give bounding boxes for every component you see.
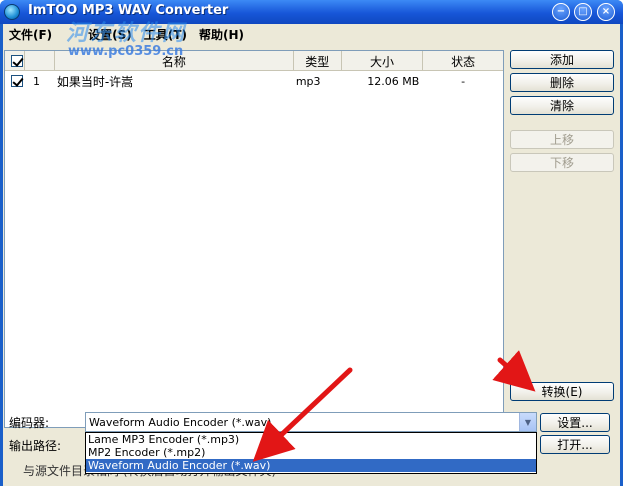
minimize-icon[interactable]: − [552, 3, 570, 21]
delete-button[interactable]: 删除 [510, 73, 614, 92]
move-down-button[interactable]: 下移 [510, 153, 614, 172]
clear-button[interactable]: 清除 [510, 96, 614, 115]
encoder-option-mp2[interactable]: MP2 Encoder (*.mp2) [86, 446, 536, 459]
header-type[interactable]: 类型 [294, 51, 342, 71]
watermark-logo: 河东软件网 [66, 21, 187, 46]
header-select-all[interactable] [5, 51, 25, 71]
move-up-button[interactable]: 上移 [510, 130, 614, 149]
encoder-dropdown-list[interactable]: Lame MP3 Encoder (*.mp3) MP2 Encoder (*.… [85, 432, 537, 474]
menu-help[interactable]: 帮助(H) [193, 26, 250, 43]
encoder-label: 编码器: [9, 416, 50, 430]
add-button[interactable]: 添加 [510, 50, 614, 69]
encoder-selected-value: Waveform Audio Encoder (*.wav) [89, 415, 272, 429]
client-area: 文件(F) 设置(S) 工具(T) 帮助(H) 名称 类型 大小 状态 1 如果… [3, 24, 620, 486]
row-status: - [461, 74, 466, 88]
row-checkbox-cell[interactable] [5, 75, 25, 87]
encoder-option-wav[interactable]: Waveform Audio Encoder (*.wav) [86, 459, 536, 472]
close-icon[interactable]: × [597, 3, 615, 21]
menu-file[interactable]: 文件(F) [3, 26, 58, 43]
convert-button[interactable]: 转换(E) [510, 382, 614, 401]
header-status[interactable]: 状态 [423, 51, 503, 71]
output-label: 输出路径: [9, 439, 62, 453]
row-size: 12.06 MB [367, 74, 420, 88]
open-button[interactable]: 打开... [540, 435, 610, 454]
row-index: 1 [32, 74, 40, 88]
file-list[interactable]: 名称 类型 大小 状态 1 如果当时-许嵩 mp3 12.06 MB - [4, 50, 504, 428]
encoder-option-mp3[interactable]: Lame MP3 Encoder (*.mp3) [86, 433, 536, 446]
row-checkbox[interactable] [11, 75, 23, 87]
row-type: mp3 [295, 74, 321, 88]
app-window: ImTOO MP3 WAV Converter − □ × 文件(F) 设置(S… [0, 0, 623, 486]
header-size[interactable]: 大小 [342, 51, 424, 71]
row-name: 如果当时-许嵩 [56, 74, 134, 89]
settings-button[interactable]: 设置... [540, 413, 610, 432]
table-row[interactable]: 1 如果当时-许嵩 mp3 12.06 MB - [5, 72, 503, 90]
encoder-select[interactable]: Waveform Audio Encoder (*.wav) ▼ [85, 412, 537, 432]
maximize-icon[interactable]: □ [574, 3, 592, 21]
app-icon [4, 4, 20, 20]
select-all-checkbox[interactable] [11, 55, 23, 67]
header-index [25, 51, 55, 71]
chevron-down-icon[interactable]: ▼ [519, 413, 536, 431]
watermark-url: www.pc0359.cn [68, 44, 184, 59]
